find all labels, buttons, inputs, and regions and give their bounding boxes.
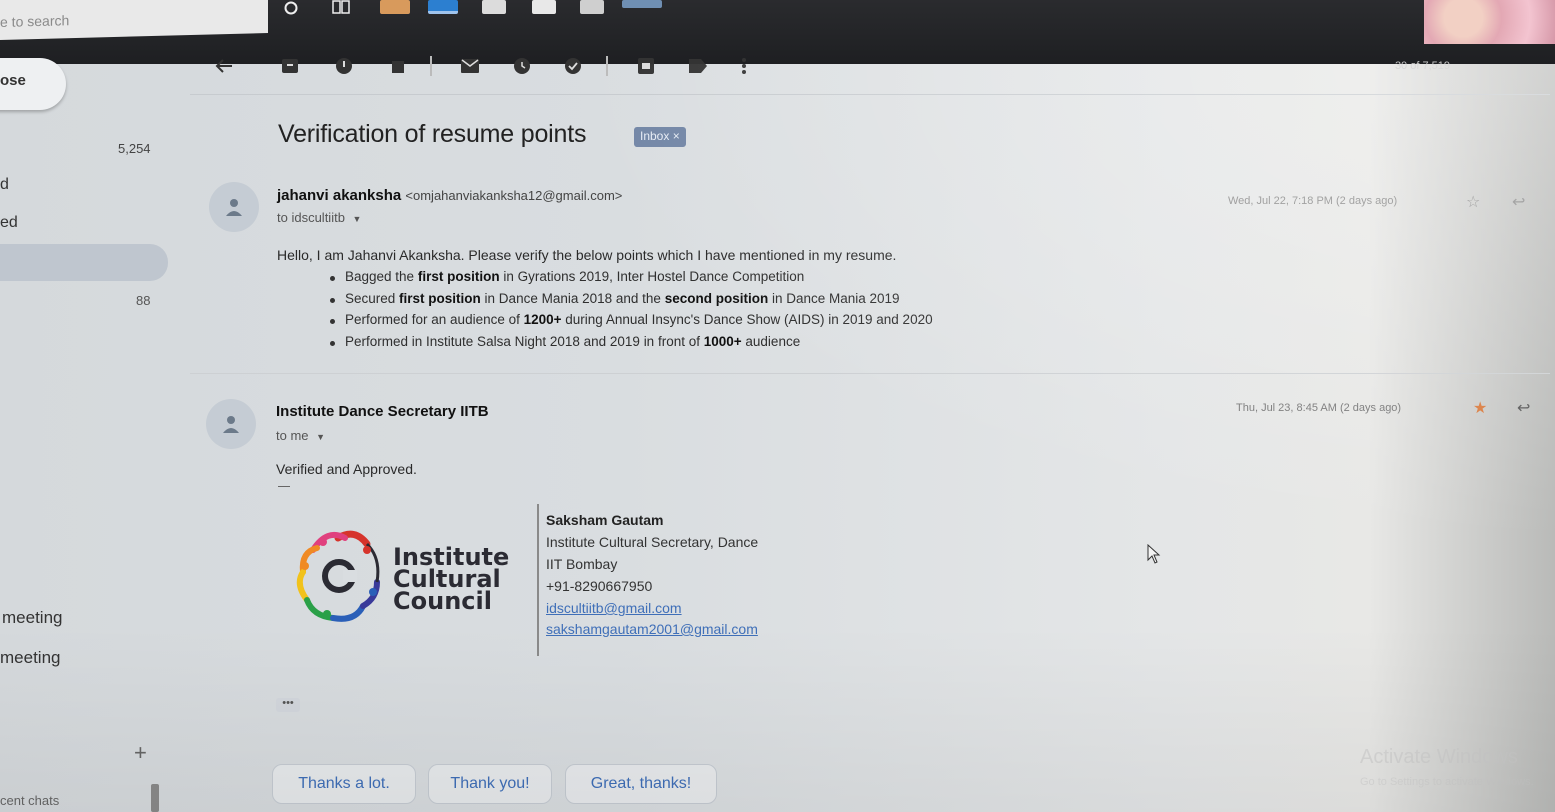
email-subject: Verification of resume points <box>278 120 587 148</box>
message1-recipient[interactable]: to idscultiitb ▼ <box>277 210 361 225</box>
toolbar-divider <box>606 56 608 76</box>
add-chat-icon[interactable]: + <box>134 740 147 766</box>
institute-cultural-council-logo: Institute Cultural Council <box>293 522 525 634</box>
new-meeting-link[interactable]: meeting <box>2 608 62 628</box>
inbox-count: 5,254 <box>118 141 151 156</box>
file-explorer-icon[interactable] <box>380 0 410 14</box>
toolbar-divider-line <box>190 94 1550 95</box>
compose-label: ose <box>0 72 26 89</box>
report-spam-icon[interactable] <box>334 56 354 76</box>
taskbar-search-placeholder: e to search <box>0 12 70 31</box>
back-arrow-icon[interactable] <box>214 56 234 76</box>
smart-reply-1[interactable]: Thanks a lot. <box>272 764 416 804</box>
smart-reply-3[interactable]: Great, thanks! <box>565 764 717 804</box>
signature-org: IIT Bombay <box>546 556 618 572</box>
signature-divider <box>537 504 539 656</box>
signature-email-link-1[interactable]: idscultiitb@gmail.com <box>546 600 682 616</box>
page-count: 30 of 7,519 <box>1394 60 1450 72</box>
list-item: Performed for an audience of 1200+ durin… <box>330 312 933 334</box>
activate-windows-watermark: Activate Windows <box>1360 746 1518 768</box>
list-item: Secured first position in Dance Mania 20… <box>330 291 933 313</box>
recent-chats-label: cent chats <box>0 793 60 808</box>
sidebar-item-snoozed[interactable]: ed <box>0 214 18 232</box>
drafts-count: 88 <box>136 293 151 308</box>
signature-separator <box>278 486 290 487</box>
snooze-clock-icon[interactable] <box>512 56 532 76</box>
message-toolbar: 30 of 7,519 <box>210 56 1550 84</box>
reply-icon[interactable]: ↩ <box>1512 192 1525 212</box>
signature-phone: +91-8290667950 <box>546 578 653 594</box>
signature-name: Saksham Gautam <box>546 512 664 528</box>
reply-icon[interactable]: ↩ <box>1517 398 1530 418</box>
join-meeting-link[interactable]: meeting <box>0 648 60 668</box>
sidebar-item-active[interactable] <box>0 244 168 281</box>
activate-windows-subtitle: Go to Settings to activate Windows. <box>1360 776 1534 788</box>
sidebar-item-starred[interactable]: d <box>0 176 9 194</box>
list-item: Performed in Institute Salsa Night 2018 … <box>330 334 933 356</box>
sender-avatar <box>209 182 259 232</box>
message1-greeting: Hello, I am Jahanvi Akanksha. Please ver… <box>277 247 897 263</box>
taskbar-search-box[interactable]: e to search <box>0 0 268 40</box>
message2-recipient-text: to me <box>276 428 309 443</box>
active-app-indicator[interactable] <box>622 0 662 8</box>
message1-sender-name: jahanvi akanksha <box>277 187 402 204</box>
star-icon[interactable]: ☆ <box>1466 192 1480 212</box>
person-icon <box>226 199 242 216</box>
taskbar: e to search <box>0 0 1555 64</box>
sender-avatar <box>206 399 256 449</box>
mark-unread-icon[interactable] <box>460 56 480 76</box>
resume-points-list: Bagged the first position in Gyrations 2… <box>330 269 933 355</box>
message2-date: Thu, Jul 23, 8:45 AM (2 days ago) <box>1236 402 1402 414</box>
mail-app-icon[interactable] <box>532 0 556 14</box>
app-icon[interactable] <box>580 0 604 14</box>
inbox-label-chip[interactable]: Inbox × <box>634 127 686 147</box>
signature-title: Institute Cultural Secretary, Dance <box>546 534 759 550</box>
star-filled-icon[interactable]: ★ <box>1473 398 1487 418</box>
add-to-tasks-icon[interactable] <box>564 56 584 76</box>
message2-recipient[interactable]: to me ▼ <box>276 428 325 443</box>
signature-email-link-2[interactable]: sakshamgautam2001@gmail.com <box>546 621 758 637</box>
sidebar-scrollbar[interactable] <box>151 784 159 812</box>
gmail-main: ose 5,254 d ed 88 meeting meeting + cent… <box>0 56 1555 812</box>
edge-browser-icon[interactable] <box>428 0 458 14</box>
mouse-cursor-icon <box>1147 543 1161 569</box>
show-trimmed-content-button[interactable]: ••• <box>276 698 300 712</box>
compose-button[interactable]: ose <box>0 58 66 110</box>
message2-sender-name[interactable]: Institute Dance Secretary IITB <box>276 403 489 420</box>
wallpaper-thumbnail <box>1424 0 1555 44</box>
archive-icon[interactable] <box>280 56 300 76</box>
cortana-icon[interactable] <box>283 0 299 20</box>
message1-sender-email: <omjahanviakanksha12@gmail.com> <box>405 188 623 203</box>
recipient-details-chevron-icon[interactable]: ▼ <box>353 214 362 224</box>
toolbar-divider <box>430 56 432 76</box>
store-icon[interactable] <box>482 0 506 14</box>
message1-date: Wed, Jul 22, 7:18 PM (2 days ago) <box>1228 195 1398 207</box>
task-view-icon[interactable] <box>332 0 350 20</box>
message1-sender[interactable]: jahanvi akanksha <omjahanviakanksha12@gm… <box>277 187 622 204</box>
more-options-icon[interactable] <box>734 56 754 76</box>
list-item: Bagged the first position in Gyrations 2… <box>330 269 933 291</box>
delete-icon[interactable] <box>388 56 408 76</box>
label-icon[interactable] <box>688 56 708 76</box>
move-to-icon[interactable] <box>636 56 656 76</box>
recipient-details-chevron-icon[interactable]: ▼ <box>316 432 325 442</box>
smart-reply-2[interactable]: Thank you! <box>428 764 552 804</box>
logo-text-line3: Council <box>393 587 492 615</box>
person-icon <box>223 416 239 433</box>
message-separator <box>190 373 1550 374</box>
message1-recipient-text: to idscultiitb <box>277 210 345 225</box>
message2-body: Verified and Approved. <box>276 461 417 477</box>
